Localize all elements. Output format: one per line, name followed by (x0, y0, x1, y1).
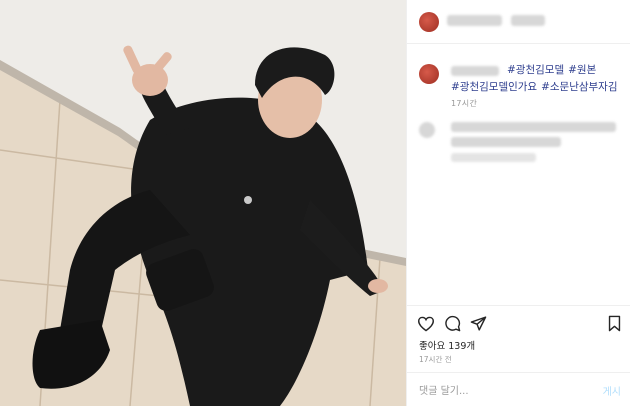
caption-text: #광천김모델 #원본 #광천김모델인가요 #소문난삼부자김 (451, 62, 627, 96)
hashtag-link[interactable]: #소문난삼부자김 (541, 81, 617, 93)
comment-text-redacted (451, 122, 616, 132)
caption-time: 17시간 (451, 99, 478, 108)
photo-illustration (0, 0, 406, 406)
caption-avatar[interactable] (419, 64, 439, 84)
comment-bar: 게시 (407, 372, 630, 406)
post-comment-button[interactable]: 게시 (603, 383, 621, 398)
hashtag-link[interactable]: #원본 (568, 64, 596, 76)
comment-icon[interactable] (444, 315, 461, 332)
post-header (407, 0, 630, 44)
share-icon[interactable] (470, 315, 487, 332)
comment-text-redacted (451, 153, 536, 162)
likes-count[interactable]: 좋아요 139개 (419, 338, 475, 352)
hashtag-link[interactable]: #광천김모델인가요 (451, 81, 537, 93)
post-photo (0, 0, 406, 406)
author-name-redacted[interactable] (447, 15, 502, 26)
follow-redacted[interactable] (511, 15, 545, 26)
hashtag-link[interactable]: #광천김모델 (507, 64, 564, 76)
post-side-panel: #광천김모델 #원본 #광천김모델인가요 #소문난삼부자김 17시간 좋아요 139개… (406, 0, 630, 406)
author-avatar[interactable] (419, 12, 439, 32)
heart-icon[interactable] (417, 316, 435, 332)
comment-avatar-redacted (419, 122, 435, 138)
bookmark-icon[interactable] (607, 315, 622, 332)
posted-time: 17시간 전 (419, 355, 452, 364)
comment-input[interactable] (419, 383, 579, 399)
post-actions: 좋아요 139개 17시간 전 게시 (407, 305, 630, 406)
comment-text-redacted (451, 137, 561, 147)
